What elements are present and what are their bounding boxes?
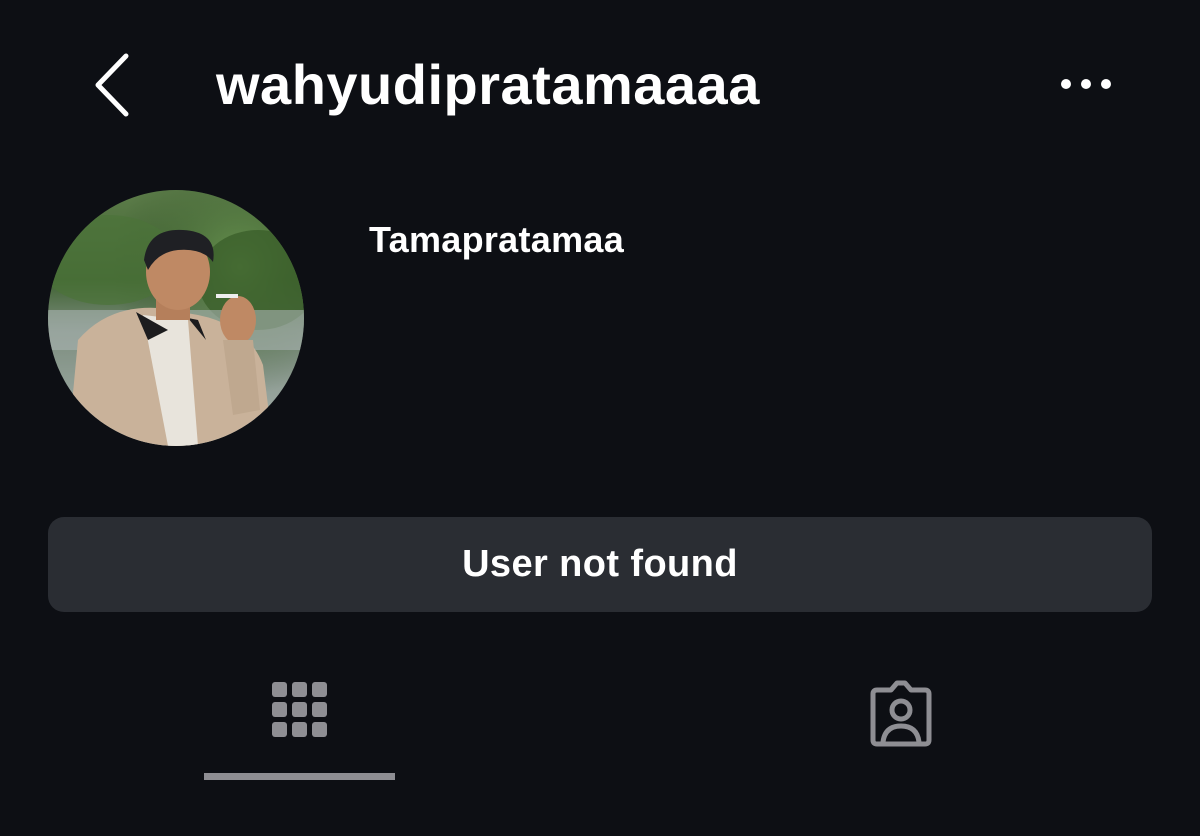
profile-avatar[interactable] xyxy=(48,190,304,446)
profile-display-name: Tamapratamaa xyxy=(369,219,625,260)
grid-icon xyxy=(271,682,327,737)
chevron-left-icon xyxy=(95,53,129,117)
more-options-button[interactable] xyxy=(1056,66,1116,102)
tagged-person-icon xyxy=(870,680,931,747)
profile-photo xyxy=(48,190,304,446)
user-not-found-button[interactable]: User not found xyxy=(48,517,1152,612)
active-tab-indicator xyxy=(204,773,395,780)
back-button[interactable] xyxy=(88,50,138,120)
profile-username: wahyudipratamaaaa xyxy=(216,53,760,116)
tab-tagged[interactable] xyxy=(805,664,996,780)
top-navigation-bar: wahyudipratamaaaa xyxy=(0,0,1200,170)
profile-screen: wahyudipratamaaaa Tamapratamaa User not … xyxy=(0,0,1200,836)
more-horizontal-icon xyxy=(1061,79,1111,89)
tab-posts-grid[interactable] xyxy=(204,664,395,780)
